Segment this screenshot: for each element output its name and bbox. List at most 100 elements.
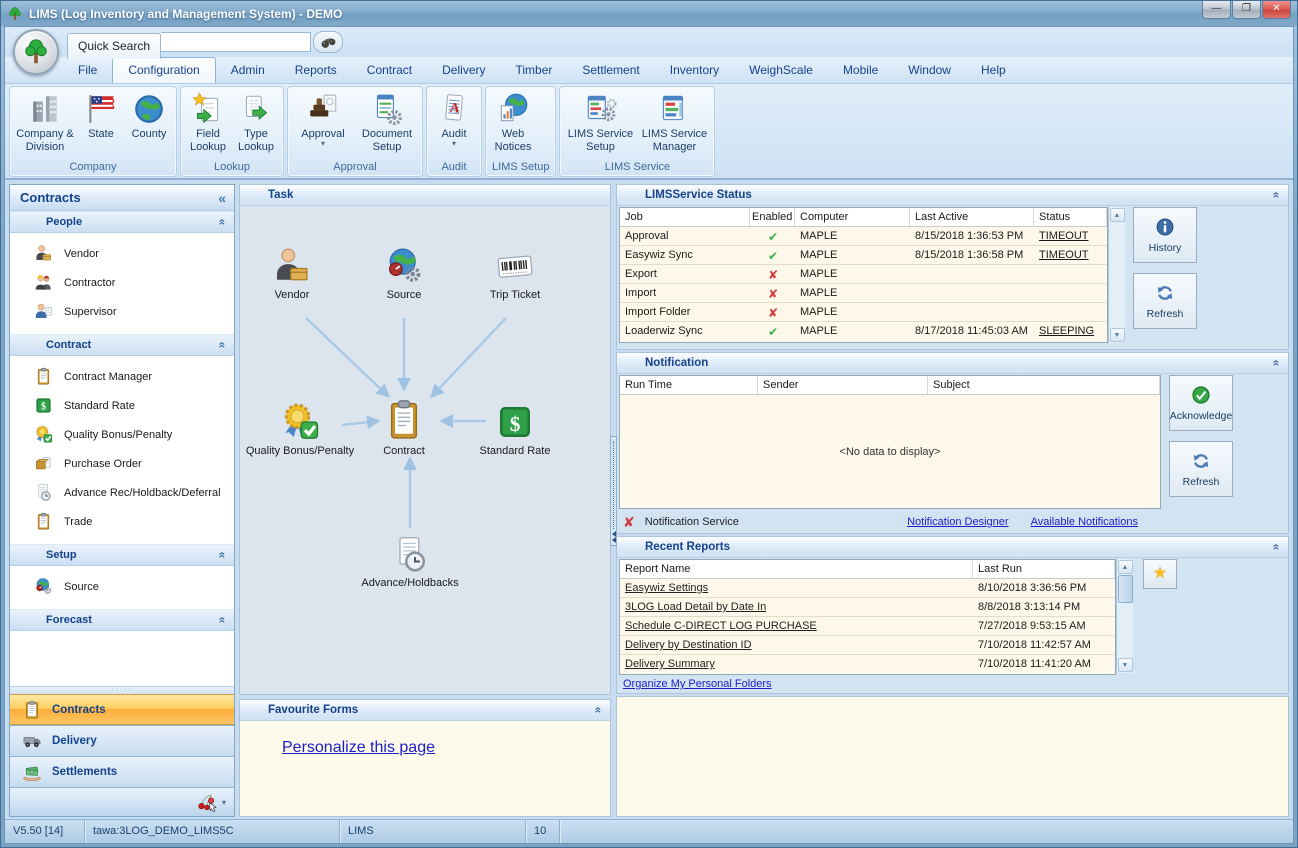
approval-button[interactable]: Approval ▾ — [292, 90, 354, 149]
panel-splitter[interactable] — [610, 436, 617, 546]
table-row[interactable]: Easywiz Sync ✔ MAPLE 8/15/2018 1:36:58 P… — [620, 246, 1107, 265]
tab-reports[interactable]: Reports — [280, 58, 352, 83]
report-link[interactable]: Delivery Summary — [620, 655, 973, 674]
section-header-people[interactable]: People « — [10, 211, 234, 233]
tab-contract[interactable]: Contract — [352, 58, 427, 83]
table-row[interactable]: Export ✘ MAPLE — [620, 265, 1107, 284]
scroll-up-icon[interactable]: ▲ — [1118, 560, 1133, 574]
state-button[interactable]: State — [78, 90, 124, 143]
acknowledge-button[interactable]: Acknowledge — [1169, 375, 1233, 431]
web-notices-button[interactable]: Web Notices — [490, 90, 536, 156]
notification-designer-link[interactable]: Notification Designer — [907, 516, 1009, 528]
tab-mobile[interactable]: Mobile — [828, 58, 893, 83]
minimize-button[interactable]: — — [1202, 1, 1231, 19]
sidebar-item-purchase-order[interactable]: Purchase Order — [10, 449, 234, 478]
lims-service-manager-button[interactable]: LIMS Service Manager — [638, 90, 710, 156]
favourites-star-button[interactable]: ★ — [1143, 559, 1177, 589]
document-setup-button[interactable]: Document Setup — [356, 90, 418, 156]
tab-admin[interactable]: Admin — [216, 58, 280, 83]
collapse-panel-icon[interactable]: « — [592, 707, 606, 714]
scroll-down-icon[interactable]: ▼ — [1118, 658, 1133, 672]
history-button[interactable]: History — [1133, 207, 1197, 263]
scroll-up-icon[interactable]: ▲ — [1110, 208, 1125, 222]
vertical-scrollbar[interactable]: ▲ ▼ — [1116, 559, 1133, 673]
collapse-sidebar-icon[interactable]: « — [218, 190, 226, 206]
vertical-scrollbar[interactable]: ▲ ▼ — [1108, 207, 1125, 343]
table-row[interactable]: Delivery Summary 7/10/2018 11:41:20 AM — [620, 655, 1115, 674]
table-row[interactable]: Delivery by Destination ID 7/10/2018 11:… — [620, 636, 1115, 655]
tab-help[interactable]: Help — [966, 58, 1021, 83]
company-division-button[interactable]: Company & Division — [14, 90, 76, 156]
collapse-panel-icon[interactable]: « — [1270, 544, 1284, 551]
status-link[interactable]: SLEEPING — [1034, 322, 1107, 341]
section-header-forecast[interactable]: Forecast « — [10, 609, 234, 631]
favourite-forms-body: Personalize this page — [240, 721, 610, 816]
personalize-page-link[interactable]: Personalize this page — [282, 739, 435, 756]
field-lookup-button[interactable]: Field Lookup — [185, 90, 231, 156]
collapse-section-icon[interactable]: « — [216, 219, 230, 226]
task-node-standard-rate[interactable]: Standard Rate — [450, 402, 580, 457]
cherries-icon[interactable] — [196, 791, 218, 813]
collapse-section-icon[interactable]: « — [216, 617, 230, 624]
table-row[interactable]: 3LOG Load Detail by Date In 8/8/2018 3:1… — [620, 598, 1115, 617]
table-row[interactable]: Loaderwiz Sync ✔ MAPLE 8/17/2018 11:45:0… — [620, 322, 1107, 341]
report-link[interactable]: 3LOG Load Detail by Date In — [620, 598, 973, 616]
sidebar-item-vendor[interactable]: Vendor — [10, 239, 234, 268]
report-link[interactable]: Schedule C-DIRECT LOG PURCHASE — [620, 617, 973, 635]
status-link[interactable]: TIMEOUT — [1034, 227, 1107, 245]
search-button[interactable] — [313, 31, 343, 53]
table-row[interactable]: Import Folder ✘ MAPLE — [620, 303, 1107, 322]
collapse-section-icon[interactable]: « — [216, 552, 230, 559]
tab-settlement[interactable]: Settlement — [567, 58, 654, 83]
tab-weighscale[interactable]: WeighScale — [734, 58, 828, 83]
table-row[interactable]: Import ✘ MAPLE — [620, 284, 1107, 303]
table-row[interactable]: Schedule C-DIRECT LOG PURCHASE 7/27/2018… — [620, 617, 1115, 636]
collapse-section-icon[interactable]: « — [216, 342, 230, 349]
type-lookup-button[interactable]: Type Lookup — [233, 90, 279, 156]
audit-button[interactable]: Audit ▾ — [431, 90, 477, 149]
section-header-setup[interactable]: Setup « — [10, 544, 234, 566]
county-button[interactable]: County — [126, 90, 172, 143]
report-link[interactable]: Delivery by Destination ID — [620, 636, 973, 654]
organize-folders-link[interactable]: Organize My Personal Folders — [623, 678, 772, 690]
task-node-advance-holdbacks[interactable]: Advance/Holdbacks — [345, 534, 475, 589]
tab-window[interactable]: Window — [893, 58, 966, 83]
tab-delivery[interactable]: Delivery — [427, 58, 500, 83]
sidebar-item-trade[interactable]: Trade — [10, 507, 234, 536]
collapse-panel-icon[interactable]: « — [1270, 192, 1284, 199]
nav-settlements[interactable]: Settlements — [10, 756, 234, 787]
nav-delivery[interactable]: Delivery — [10, 725, 234, 756]
tab-file[interactable]: File — [63, 58, 112, 83]
nav-options-caret-icon[interactable]: ▾ — [222, 798, 226, 807]
refresh-notifications-button[interactable]: Refresh — [1169, 441, 1233, 497]
tab-inventory[interactable]: Inventory — [655, 58, 734, 83]
available-notifications-link[interactable]: Available Notifications — [1031, 516, 1138, 528]
sidebar-item-standard-rate[interactable]: Standard Rate — [10, 391, 234, 420]
sidebar-item-supervisor[interactable]: Supervisor — [10, 297, 234, 326]
sidebar-item-advance-rec[interactable]: Advance Rec/Holdback/Deferral — [10, 478, 234, 507]
report-link[interactable]: Easywiz Settings — [620, 579, 973, 597]
sidebar-item-quality-bonus-penalty[interactable]: Quality Bonus/Penalty — [10, 420, 234, 449]
restore-button[interactable]: ❐ — [1232, 1, 1261, 19]
app-menu-button[interactable] — [13, 29, 59, 75]
tab-configuration[interactable]: Configuration — [112, 57, 215, 83]
task-node-trip-ticket[interactable]: Trip Ticket — [450, 246, 580, 301]
doc-gear-icon — [370, 92, 404, 126]
splitter-grip[interactable]: ····· — [10, 686, 234, 694]
scroll-down-icon[interactable]: ▼ — [1110, 328, 1125, 342]
close-button[interactable]: ✕ — [1262, 1, 1291, 19]
scroll-thumb[interactable] — [1118, 575, 1133, 603]
collapse-panel-icon[interactable]: « — [1270, 360, 1284, 367]
sidebar-item-source[interactable]: Source — [10, 572, 234, 601]
sidebar-item-contractor[interactable]: Contractor — [10, 268, 234, 297]
section-header-contract[interactable]: Contract « — [10, 334, 234, 356]
quick-search-input[interactable] — [161, 32, 311, 52]
lims-service-setup-button[interactable]: LIMS Service Setup — [564, 90, 636, 156]
sidebar-item-contract-manager[interactable]: Contract Manager — [10, 362, 234, 391]
table-row[interactable]: Approval ✔ MAPLE 8/15/2018 1:36:53 PM TI… — [620, 227, 1107, 246]
refresh-button[interactable]: Refresh — [1133, 273, 1197, 329]
tab-timber[interactable]: Timber — [500, 58, 567, 83]
table-row[interactable]: Easywiz Settings 8/10/2018 3:36:56 PM — [620, 579, 1115, 598]
status-link[interactable]: TIMEOUT — [1034, 246, 1107, 264]
nav-contracts[interactable]: Contracts — [10, 694, 234, 725]
